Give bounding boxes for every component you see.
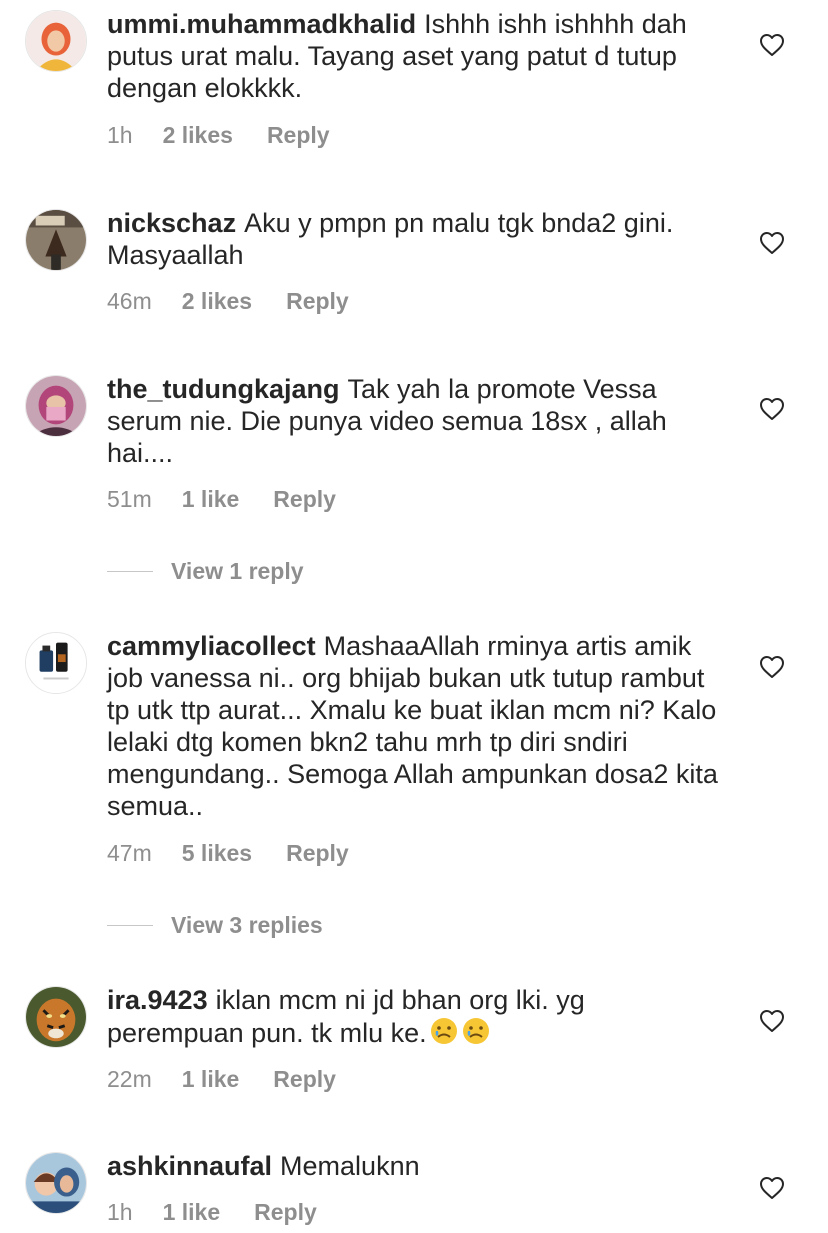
comment-username[interactable]: ira.9423	[107, 985, 208, 1015]
like-heart-icon[interactable]	[759, 1009, 785, 1033]
view-replies-button[interactable]: View 1 reply	[107, 556, 304, 586]
comment-text-block: ira.9423 iklan mcm ni jd bhan org lki. yg…	[107, 984, 719, 1049]
comment-likes[interactable]: 1 like	[163, 1198, 221, 1226]
like-heart-icon[interactable]	[759, 397, 785, 421]
avatar[interactable]	[25, 375, 87, 437]
comment-text-block: the_tudungkajang Tak yah la promote Vessa…	[107, 373, 719, 469]
crying-face-emoji	[430, 1018, 457, 1044]
comment-time: 22m	[107, 1066, 152, 1092]
avatar-image	[26, 633, 86, 693]
avatar-image	[26, 987, 86, 1047]
comment-meta: 1h 1 like Reply	[107, 1198, 317, 1226]
avatar[interactable]	[25, 1152, 87, 1214]
like-heart-icon[interactable]	[759, 231, 785, 255]
comment-time: 51m	[107, 486, 152, 512]
reply-button[interactable]: Reply	[273, 1065, 336, 1093]
comment-likes[interactable]: 5 likes	[182, 839, 252, 867]
reply-button[interactable]: Reply	[254, 1198, 317, 1226]
avatar-image	[26, 11, 86, 71]
avatar-image	[26, 210, 86, 270]
view-replies-label: View 1 reply	[171, 557, 304, 584]
view-replies-divider	[107, 924, 153, 926]
avatar[interactable]	[25, 209, 87, 271]
comment-text-block: ummi.muhammadkhalid Ishhh ishh ishhhh dah…	[107, 8, 719, 104]
comment-likes[interactable]: 2 likes	[163, 121, 233, 149]
reply-button[interactable]: Reply	[286, 287, 349, 315]
comment-meta: 47m 5 likes Reply	[107, 839, 349, 867]
reply-button[interactable]: Reply	[273, 485, 336, 513]
avatar[interactable]	[25, 986, 87, 1048]
like-heart-icon[interactable]	[759, 1176, 785, 1200]
comment-likes[interactable]: 2 likes	[182, 287, 252, 315]
comment-meta: 46m 2 likes Reply	[107, 287, 349, 315]
comment-time: 1h	[107, 1199, 133, 1225]
view-replies-label: View 3 replies	[171, 911, 323, 938]
comment-text-block: cammyliacollect MashaaAllah rminya artis …	[107, 630, 719, 822]
comment-text-block: ashkinnaufal Memaluknn	[107, 1150, 719, 1182]
comment-time: 1h	[107, 122, 133, 148]
like-heart-icon[interactable]	[759, 33, 785, 57]
comment-time: 47m	[107, 840, 152, 866]
view-replies-button[interactable]: View 3 replies	[107, 910, 323, 940]
comment-username[interactable]: ummi.muhammadkhalid	[107, 9, 416, 39]
comment-body: Memaluknn	[280, 1151, 420, 1181]
comment-meta: 1h 2 likes Reply	[107, 121, 330, 149]
avatar[interactable]	[25, 632, 87, 694]
like-heart-icon[interactable]	[759, 655, 785, 679]
avatar-image	[26, 1153, 86, 1213]
comment-username[interactable]: the_tudungkajang	[107, 374, 340, 404]
reply-button[interactable]: Reply	[267, 121, 330, 149]
comment-username[interactable]: nickschaz	[107, 208, 236, 238]
comment-username[interactable]: cammyliacollect	[107, 631, 316, 661]
comment-username[interactable]: ashkinnaufal	[107, 1151, 272, 1181]
comment-likes[interactable]: 1 like	[182, 1065, 240, 1093]
crying-face-emoji	[462, 1018, 489, 1044]
avatar-image	[26, 376, 86, 436]
avatar[interactable]	[25, 10, 87, 72]
comment-time: 46m	[107, 288, 152, 314]
comment-text-block: nickschaz Aku y pmpn pn malu tgk bnda2 gi…	[107, 207, 719, 271]
comment-likes[interactable]: 1 like	[182, 485, 240, 513]
comment-meta: 51m 1 like Reply	[107, 485, 336, 513]
view-replies-divider	[107, 570, 153, 572]
comment-meta: 22m 1 like Reply	[107, 1065, 336, 1093]
reply-button[interactable]: Reply	[286, 839, 349, 867]
